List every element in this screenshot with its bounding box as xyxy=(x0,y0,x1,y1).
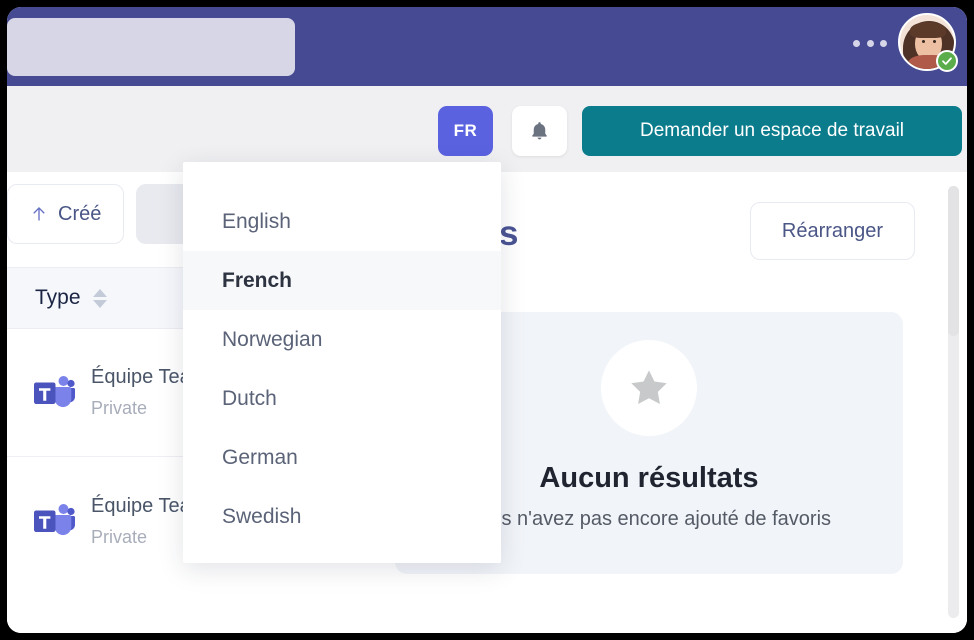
notifications-button[interactable] xyxy=(512,106,567,156)
status-badge xyxy=(936,50,958,72)
empty-state-title: Aucun résultats xyxy=(539,462,759,494)
empty-state-subtitle: Vous n'avez pas encore ajouté de favoris xyxy=(466,508,832,530)
language-option-norwegian[interactable]: Norwegian xyxy=(183,310,501,369)
scrollbar-thumb[interactable] xyxy=(948,186,959,336)
empty-icon-circle xyxy=(601,340,697,436)
overflow-menu-icon[interactable] xyxy=(853,38,887,48)
microsoft-teams-icon xyxy=(34,504,75,536)
star-icon xyxy=(631,370,667,405)
request-workspace-button[interactable]: Demander un espace de travail xyxy=(582,106,962,156)
language-option-dutch[interactable]: Dutch xyxy=(183,369,501,428)
sort-created-label: Créé xyxy=(58,202,102,225)
column-header-type[interactable]: Type xyxy=(35,286,81,310)
arrow-up-icon xyxy=(33,207,45,221)
language-option-german[interactable]: German xyxy=(183,428,501,487)
language-dropdown-menu: English French Norwegian Dutch German Sw… xyxy=(183,162,501,563)
microsoft-teams-icon xyxy=(34,375,75,407)
sort-created-button[interactable]: Créé xyxy=(7,184,125,244)
bell-icon xyxy=(532,121,547,139)
search-input[interactable] xyxy=(7,18,295,76)
language-option-french[interactable]: French xyxy=(183,251,501,310)
language-option-english[interactable]: English xyxy=(183,192,501,251)
language-option-swedish[interactable]: Swedish xyxy=(183,487,501,546)
language-switcher-button[interactable]: FR xyxy=(438,106,493,156)
sort-toggle-icon[interactable] xyxy=(92,288,107,308)
app-window: FR Demander un espace de travail Créé Ty… xyxy=(7,7,967,633)
top-header-bar xyxy=(7,7,967,86)
rearrange-button[interactable]: Réarranger xyxy=(750,202,915,260)
avatar[interactable] xyxy=(898,13,958,72)
vertical-scrollbar[interactable] xyxy=(948,186,959,618)
secondary-toolbar: FR Demander un espace de travail xyxy=(7,86,967,172)
